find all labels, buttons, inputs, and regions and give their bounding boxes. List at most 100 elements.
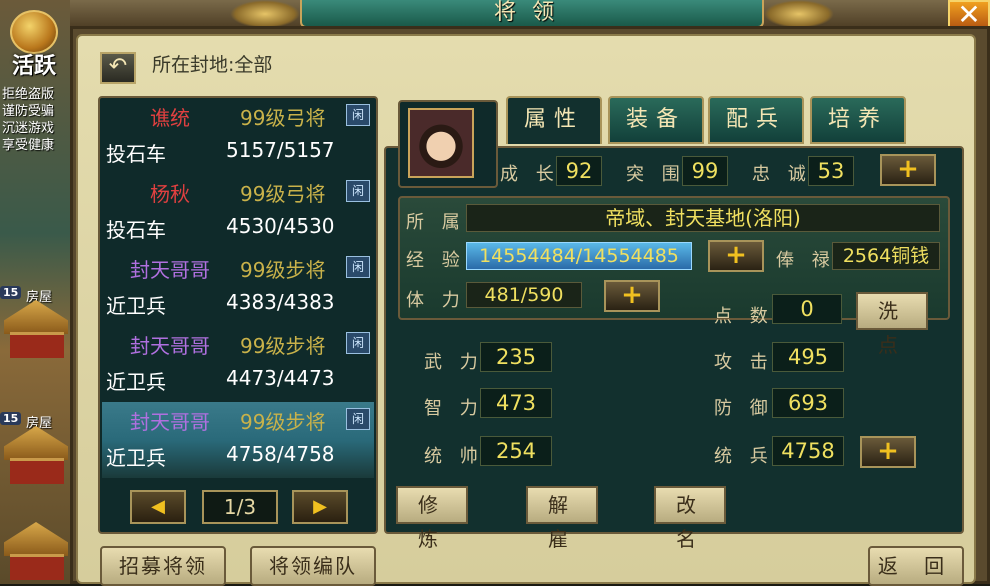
health-notice: 拒绝盗版 谨防受骗 沉迷游戏 享受健康 bbox=[2, 87, 55, 153]
stamina-plus-button[interactable]: + bbox=[604, 280, 660, 312]
growth-label: 成 长 bbox=[500, 164, 560, 185]
attack-value: 495 bbox=[772, 342, 844, 372]
idle-badge: 闲 bbox=[346, 408, 370, 430]
plus-icon: + bbox=[725, 240, 747, 270]
force-value: 235 bbox=[480, 342, 552, 372]
troop-count: 4383/4383 bbox=[226, 290, 335, 314]
general-name: 封天哥哥 bbox=[130, 258, 210, 282]
pagination: ◀ 1/3 ▶ bbox=[130, 490, 350, 524]
unit-type: 近卫兵 bbox=[106, 370, 166, 394]
portrait-image bbox=[408, 108, 474, 178]
salary-label: 俸 禄 bbox=[776, 250, 836, 271]
house-building[interactable]: 15 bbox=[0, 508, 70, 584]
unit-type: 近卫兵 bbox=[106, 446, 166, 470]
general-level: 99级弓将 bbox=[240, 182, 326, 206]
general-portrait[interactable] bbox=[398, 100, 498, 188]
exp-label: 经 验 bbox=[406, 250, 466, 271]
general-level: 99级弓将 bbox=[240, 106, 326, 130]
idle-badge: 闲 bbox=[346, 332, 370, 354]
unit-type: 投石车 bbox=[106, 142, 166, 166]
troop-count: 4530/4530 bbox=[226, 214, 335, 238]
activity-label: 活跃 bbox=[11, 54, 56, 79]
defense-label: 防 御 bbox=[714, 398, 774, 419]
salary-value: 2564铜钱 bbox=[832, 242, 940, 270]
next-page-button[interactable]: ▶ bbox=[292, 490, 348, 524]
general-name: 杨秋 bbox=[150, 182, 190, 206]
general-row[interactable]: 封天哥哥 99级步将 闲 近卫兵 4383/4383 bbox=[102, 250, 374, 326]
general-level: 99级步将 bbox=[240, 258, 326, 282]
troop-count: 4473/4473 bbox=[226, 366, 335, 390]
intellect-value: 473 bbox=[480, 388, 552, 418]
rename-button[interactable]: 改 名 bbox=[654, 486, 726, 551]
house-building[interactable]: 15 房屋 bbox=[0, 412, 70, 488]
activity-button[interactable]: 活跃 bbox=[2, 10, 66, 82]
exp-bar: 14554484/14554485 bbox=[466, 242, 692, 270]
belong-value: 帝域、封天基地(洛阳) bbox=[466, 204, 940, 232]
location-filter[interactable]: 所在封地:全部 bbox=[152, 52, 272, 78]
side-hud: 活跃 拒绝盗版 谨防受骗 沉迷游戏 享受健康 15 房屋 15 房屋 15 bbox=[0, 0, 70, 584]
belong-label: 所 属 bbox=[406, 212, 466, 233]
reset-points-button[interactable]: 洗 点 bbox=[856, 292, 928, 357]
force-label: 武 力 bbox=[424, 352, 484, 373]
idle-badge: 闲 bbox=[346, 256, 370, 278]
unit-type: 投石车 bbox=[106, 218, 166, 242]
troop-count: 5157/5157 bbox=[226, 138, 335, 162]
tab-attributes[interactable]: 属性 bbox=[506, 96, 602, 144]
command-value: 254 bbox=[480, 436, 552, 466]
growth-value: 92 bbox=[556, 156, 602, 186]
general-name: 谯统 bbox=[150, 106, 190, 130]
stamina-value: 481/590 bbox=[466, 282, 582, 308]
general-row[interactable]: 谯统 99级弓将 闲 投石车 5157/5157 bbox=[102, 98, 374, 174]
back-arrow-icon: ↶ bbox=[108, 54, 128, 79]
roof-icon bbox=[4, 426, 68, 460]
general-name: 封天哥哥 bbox=[130, 410, 210, 434]
loyalty-plus-button[interactable]: + bbox=[880, 154, 936, 186]
troops-value: 4758 bbox=[772, 436, 844, 466]
troop-count: 4758/4758 bbox=[226, 442, 335, 466]
triangle-right-icon: ▶ bbox=[313, 496, 327, 517]
general-level: 99级步将 bbox=[240, 334, 326, 358]
page-indicator: 1/3 bbox=[202, 490, 278, 524]
prev-page-button[interactable]: ◀ bbox=[130, 490, 186, 524]
troops-label: 统 兵 bbox=[714, 446, 774, 467]
points-label: 点 数 bbox=[714, 306, 774, 327]
return-button[interactable]: 返 回 bbox=[868, 546, 964, 586]
troops-plus-button[interactable]: + bbox=[860, 436, 916, 468]
tab-troops[interactable]: 配兵 bbox=[708, 96, 804, 144]
back-button[interactable]: ↶ bbox=[100, 52, 136, 84]
ornament-icon bbox=[764, 0, 834, 28]
roof-icon bbox=[4, 522, 68, 556]
general-row[interactable]: 封天哥哥 99级步将 闲 近卫兵 4473/4473 bbox=[102, 326, 374, 402]
command-label: 统 帅 bbox=[424, 446, 484, 467]
plus-icon: + bbox=[897, 154, 919, 184]
plus-icon: + bbox=[621, 280, 643, 310]
dismiss-button[interactable]: 解 雇 bbox=[526, 486, 598, 551]
general-formation-button[interactable]: 将领编队 bbox=[250, 546, 376, 586]
roof-icon bbox=[4, 300, 68, 334]
idle-badge: 闲 bbox=[346, 104, 370, 126]
building-level: 15 bbox=[0, 412, 22, 425]
points-value: 0 bbox=[772, 294, 842, 324]
plus-icon: + bbox=[877, 436, 899, 466]
building-level: 15 bbox=[0, 286, 22, 299]
stamina-label: 体 力 bbox=[406, 290, 466, 311]
attack-label: 攻 击 bbox=[714, 352, 774, 373]
defense-value: 693 bbox=[772, 388, 844, 418]
tab-equipment[interactable]: 装备 bbox=[608, 96, 704, 144]
exp-plus-button[interactable]: + bbox=[708, 240, 764, 272]
window-title: 将领 bbox=[300, 0, 764, 28]
breakout-value: 99 bbox=[682, 156, 728, 186]
house-building[interactable]: 15 房屋 bbox=[0, 286, 70, 362]
train-button[interactable]: 修 炼 bbox=[396, 486, 468, 551]
general-row-selected[interactable]: 封天哥哥 99级步将 闲 近卫兵 4758/4758 bbox=[102, 402, 374, 478]
loyalty-value: 53 bbox=[808, 156, 854, 186]
loyalty-label: 忠 诚 bbox=[752, 164, 812, 185]
general-row[interactable]: 杨秋 99级弓将 闲 投石车 4530/4530 bbox=[102, 174, 374, 250]
intellect-label: 智 力 bbox=[424, 398, 484, 419]
tab-training[interactable]: 培养 bbox=[810, 96, 906, 144]
breakout-label: 突 围 bbox=[626, 164, 686, 185]
ornament-icon bbox=[230, 0, 300, 28]
unit-type: 近卫兵 bbox=[106, 294, 166, 318]
general-name: 封天哥哥 bbox=[130, 334, 210, 358]
recruit-general-button[interactable]: 招募将领 bbox=[100, 546, 226, 586]
